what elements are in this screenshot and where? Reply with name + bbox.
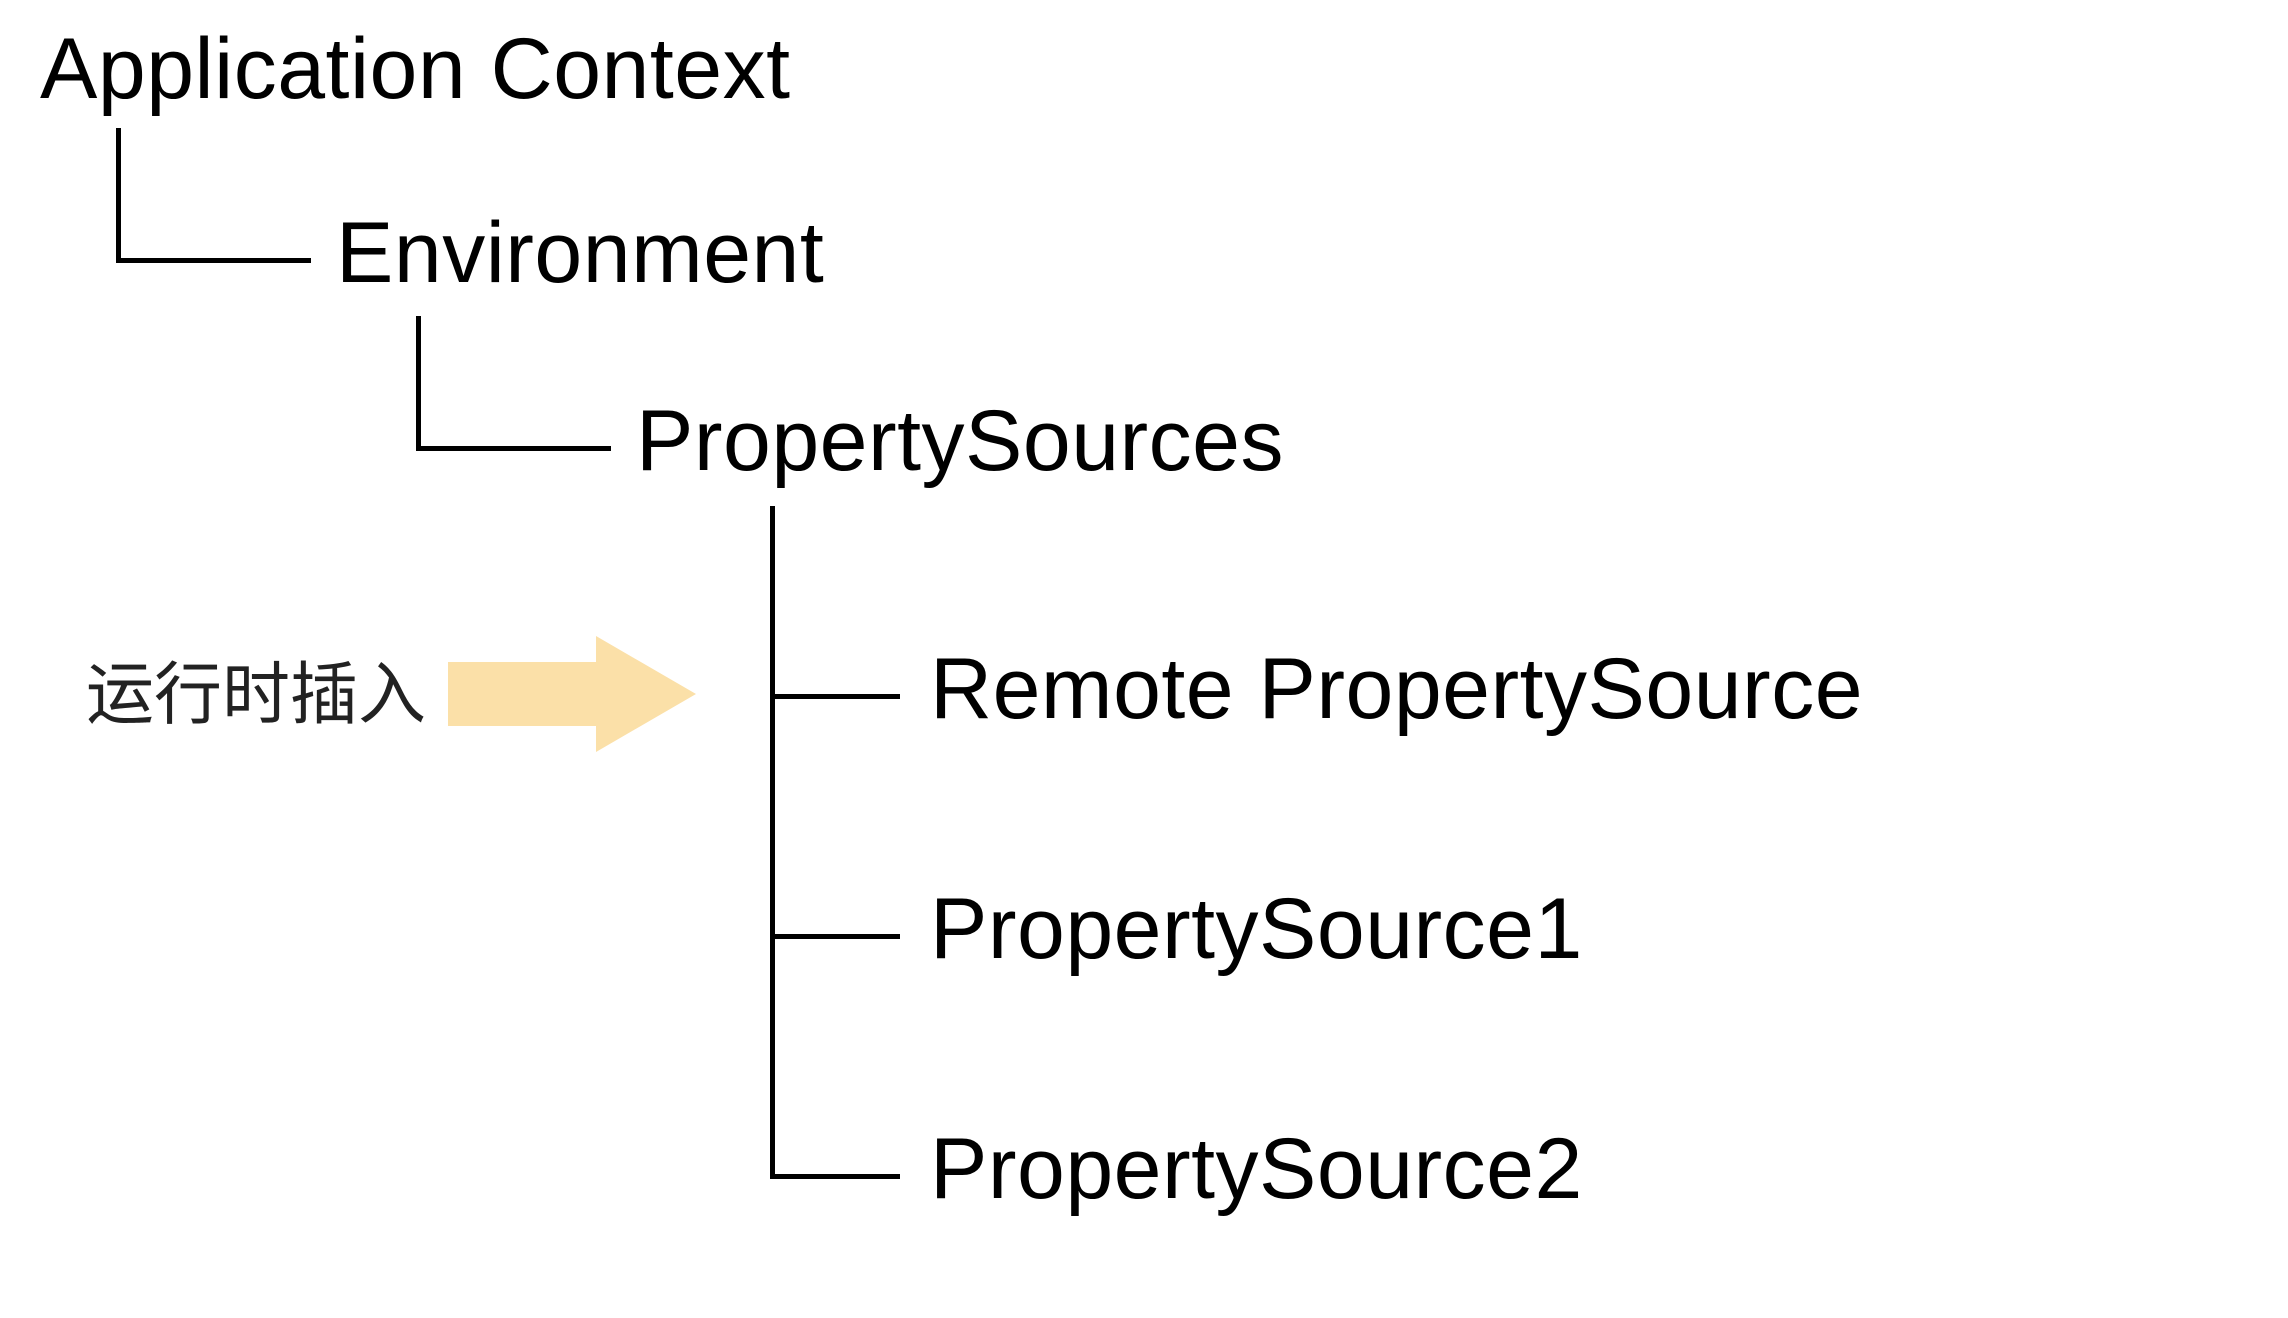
node-remote-propertysource: Remote PropertySource [930, 644, 1863, 734]
connector-environment-to-propertysources [416, 316, 611, 451]
node-propertysource1: PropertySource1 [930, 884, 1583, 974]
arrow-head-icon [596, 636, 696, 752]
node-application-context: Application Context [40, 24, 791, 114]
connector-branch-ps1 [770, 934, 900, 939]
node-propertysources: PropertySources [636, 396, 1284, 486]
connector-branch-remote [770, 694, 900, 699]
arrow-shaft [448, 662, 598, 726]
diagram-canvas: Application Context Environment Property… [0, 0, 2288, 1318]
annotation-insert-at-runtime: 运行时插入 [86, 660, 426, 731]
node-propertysource2: PropertySource2 [930, 1124, 1583, 1214]
connector-propertysources-trunk [770, 506, 775, 1174]
arrow-insert-at-runtime [448, 636, 696, 752]
connector-root-to-environment [116, 128, 311, 263]
connector-branch-ps2 [770, 1174, 900, 1179]
node-environment: Environment [336, 208, 824, 298]
